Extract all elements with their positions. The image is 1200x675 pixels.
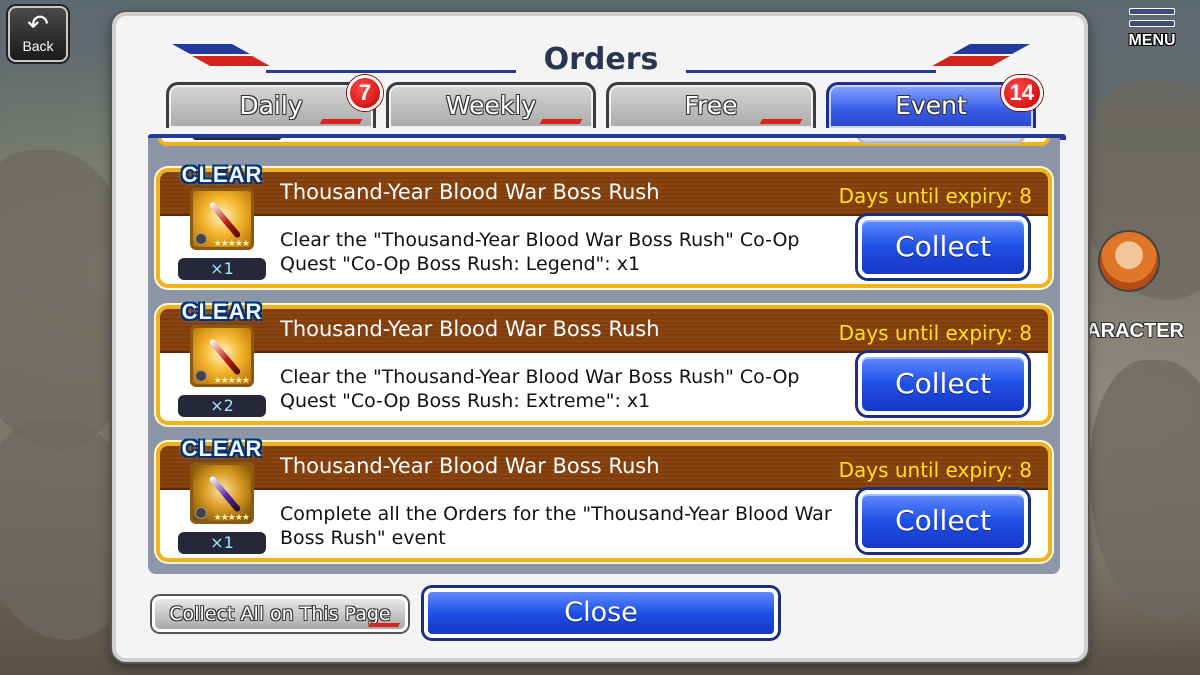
tab-event[interactable]: Event 14 [826,75,1043,128]
collect-button[interactable]: Collect [858,216,1028,278]
reward-quantity: ×1 [178,258,266,280]
collect-all-label: Collect All on This Page [169,603,391,625]
collect-all-button[interactable]: Collect All on This Page [152,596,408,632]
brush-shape [208,338,242,376]
order-card-header: Thousand-Year Blood War Boss Rush Days u… [160,446,1048,490]
menu-label: MENU [1128,32,1176,49]
rarity-stars-icon: ★★★★★ [213,239,250,249]
clear-status-label: CLEAR [181,436,263,461]
orders-modal: Orders Daily 7 Weekly Free Event 14 Thou… [112,12,1088,662]
order-expiry: Days until expiry: 8 [838,458,1032,482]
reward-quantity: ×1 [178,532,266,554]
tab-label: Daily [239,91,303,120]
order-title: Thousand-Year Blood War Boss Rush [280,317,660,341]
purple-brush-item-icon: ★★★★★ [190,462,254,524]
tab-accent [539,119,583,124]
back-arrow-icon: ↶ [27,9,49,39]
tab-accent [319,119,363,124]
order-description: Complete all the Orders for the "Thousan… [280,503,832,549]
back-label: Back [22,38,54,54]
orders-list[interactable]: Thousand-Year Blood War Boss Rush Days u… [148,138,1060,574]
red-brush-item-icon: ★★★★★ [190,325,254,387]
order-title: Thousand-Year Blood War Boss Rush [280,180,660,204]
brush-shape [208,475,242,513]
tab-label: Free [684,91,738,120]
order-card-header: Thousand-Year Blood War Boss Rush Days u… [160,172,1048,216]
title-divider-right [686,70,936,73]
title-decoration-right [932,44,1030,66]
button-accent [367,623,401,627]
order-description: Clear the "Thousand-Year Blood War Boss … [280,366,800,412]
order-expiry: Days until expiry: 8 [838,321,1032,345]
order-card-header: Thousand-Year Blood War Boss Rush Days u… [160,309,1048,353]
brush-shape [208,201,242,239]
order-tabs: Daily 7 Weekly Free Event 14 [166,75,1043,134]
order-title: Thousand-Year Blood War Boss Rush [280,454,660,478]
order-description: Clear the "Thousand-Year Blood War Boss … [280,229,800,275]
rarity-stars-icon: ★★★★★ [213,376,250,386]
character-button[interactable]: ARACTER [1084,230,1184,350]
menu-icon [1129,8,1175,27]
close-button[interactable]: Close [424,588,778,638]
order-card: Thousand-Year Blood War Boss Rush Days u… [156,162,1052,288]
character-label: ARACTER [1086,320,1184,342]
order-expiry: Days until expiry: 8 [838,184,1032,208]
tab-daily[interactable]: Daily 7 [166,75,383,128]
order-card: Thousand-Year Blood War Boss Rush Days u… [156,436,1052,562]
order-card: Thousand-Year Blood War Boss Rush Days u… [156,299,1052,425]
tab-weekly[interactable]: Weekly [386,82,596,128]
tab-label: Weekly [445,91,537,120]
red-brush-item-icon: ★★★★★ [190,188,254,250]
order-reward: ★★★★★ CLEAR ×2 [174,299,270,421]
reward-quantity: ×2 [178,395,266,417]
order-reward: ★★★★★ CLEAR ×1 [174,162,270,284]
background-rock [1090,360,1200,620]
collect-button[interactable]: Collect [858,353,1028,415]
character-avatar [1098,230,1160,292]
notification-badge: 7 [347,75,383,111]
tab-label: Event [895,91,967,120]
clear-status-label: CLEAR [181,299,263,324]
menu-button[interactable]: MENU [1122,4,1182,68]
order-card-partial [158,138,1050,146]
tab-free[interactable]: Free [606,82,816,128]
collect-button-stub [856,138,1026,144]
notification-badge: 14 [1000,75,1043,111]
tab-accent [759,119,803,124]
rarity-stars-icon: ★★★★★ [213,513,250,523]
clear-status-label: CLEAR [181,162,263,187]
reward-qty-stub [192,138,282,140]
back-button[interactable]: ↶ Back [8,6,68,62]
order-reward: ★★★★★ CLEAR ×1 [174,436,270,558]
collect-button[interactable]: Collect [858,490,1028,552]
